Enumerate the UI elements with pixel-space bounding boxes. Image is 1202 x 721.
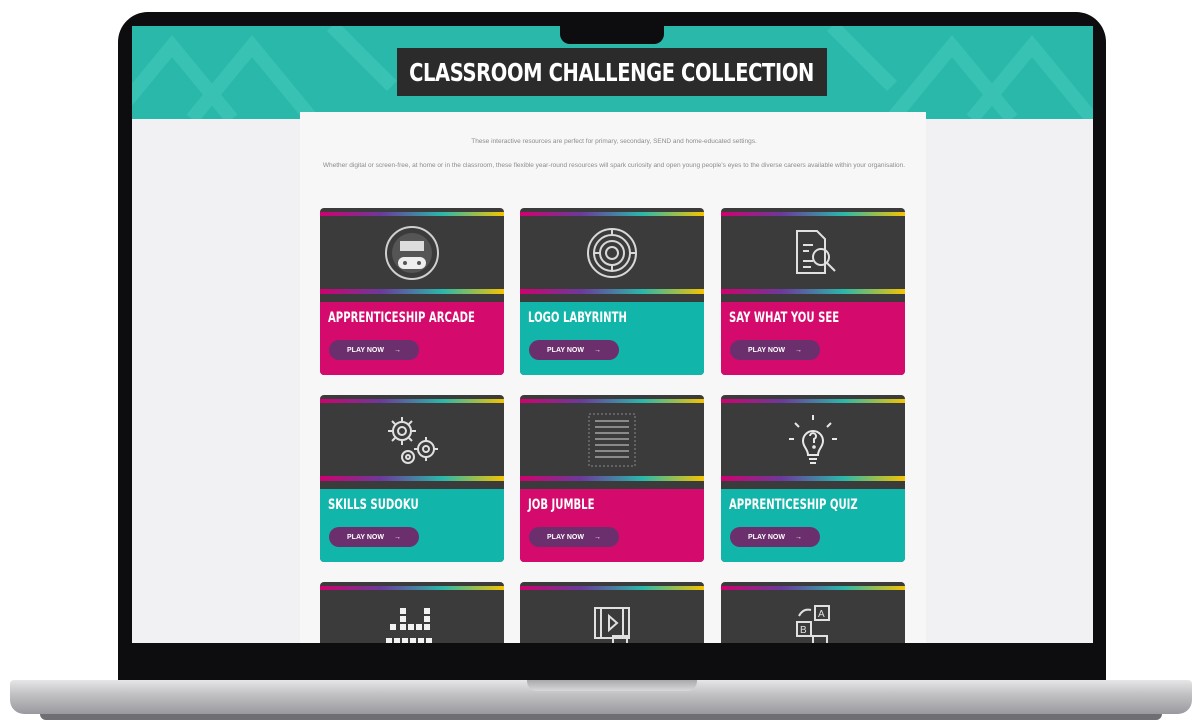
card-stripe bbox=[520, 212, 704, 216]
card-stripe bbox=[721, 289, 905, 294]
play-now-label: PLAY NOW bbox=[748, 533, 785, 541]
laptop-base-notch bbox=[527, 680, 697, 691]
page-title-box: CLASSROOM CHALLENGE COLLECTION bbox=[397, 48, 827, 96]
play-now-label: PLAY NOW bbox=[547, 533, 584, 541]
card-apprenticeship-arcade[interactable]: APPRENTICESHIP ARCADE PLAY NOW → bbox=[320, 208, 504, 375]
card-letter-blocks[interactable]: A B bbox=[721, 582, 905, 643]
svg-text:B: B bbox=[800, 625, 807, 636]
card-band: JOB JUMBLE PLAY NOW → bbox=[520, 489, 704, 562]
card-logo-labyrinth[interactable]: LOGO LABYRINTH PLAY NOW → bbox=[520, 208, 704, 375]
gears-icon bbox=[320, 405, 504, 475]
arrow-right-icon: → bbox=[393, 533, 401, 541]
card-stripe bbox=[721, 399, 905, 403]
crossword-icon bbox=[320, 592, 504, 643]
arrow-right-icon: → bbox=[593, 346, 601, 354]
card-title: APPRENTICESHIP QUIZ bbox=[729, 497, 858, 513]
card-video-question[interactable] bbox=[520, 582, 704, 643]
card-stripe bbox=[320, 476, 504, 481]
play-now-button[interactable]: PLAY NOW → bbox=[329, 340, 419, 360]
card-crossword[interactable] bbox=[320, 582, 504, 643]
card-band: APPRENTICESHIP ARCADE PLAY NOW → bbox=[320, 302, 504, 375]
intro-text-2: Whether digital or screen-free, at home … bbox=[322, 162, 906, 169]
card-apprenticeship-quiz[interactable]: APPRENTICESHIP QUIZ PLAY NOW → bbox=[721, 395, 905, 562]
laptop-base-shadow bbox=[40, 714, 1162, 720]
video-question-icon bbox=[520, 592, 704, 643]
card-stripe bbox=[721, 212, 905, 216]
letter-blocks-icon: A B bbox=[721, 592, 905, 643]
play-now-button[interactable]: PLAY NOW → bbox=[529, 340, 619, 360]
screen-bezel-bottom bbox=[118, 643, 1106, 681]
card-band: SKILLS SUDOKU PLAY NOW → bbox=[320, 489, 504, 562]
play-now-label: PLAY NOW bbox=[347, 346, 384, 354]
arrow-right-icon: → bbox=[794, 533, 802, 541]
card-stripe bbox=[320, 289, 504, 294]
card-job-jumble[interactable]: JOB JUMBLE PLAY NOW → bbox=[520, 395, 704, 562]
card-say-what-you-see[interactable]: SAY WHAT YOU SEE PLAY NOW → bbox=[721, 208, 905, 375]
maze-icon bbox=[520, 218, 704, 288]
card-stripe bbox=[520, 476, 704, 481]
play-now-button[interactable]: PLAY NOW → bbox=[730, 527, 820, 547]
play-now-button[interactable]: PLAY NOW → bbox=[529, 527, 619, 547]
arcade-controller-icon bbox=[320, 218, 504, 288]
document-search-icon bbox=[721, 218, 905, 288]
play-now-label: PLAY NOW bbox=[748, 346, 785, 354]
camera-notch bbox=[560, 26, 664, 44]
card-band: SAY WHAT YOU SEE PLAY NOW → bbox=[721, 302, 905, 375]
card-title: SKILLS SUDOKU bbox=[328, 497, 419, 513]
screen: CLASSROOM CHALLENGE COLLECTION These int… bbox=[132, 26, 1093, 643]
card-stripe bbox=[320, 586, 504, 590]
arrow-right-icon: → bbox=[794, 346, 802, 354]
card-title: LOGO LABYRINTH bbox=[528, 310, 627, 326]
play-now-label: PLAY NOW bbox=[547, 346, 584, 354]
page-title: CLASSROOM CHALLENGE COLLECTION bbox=[409, 57, 815, 87]
play-now-button[interactable]: PLAY NOW → bbox=[730, 340, 820, 360]
card-band: LOGO LABYRINTH PLAY NOW → bbox=[520, 302, 704, 375]
card-stripe bbox=[320, 212, 504, 216]
card-stripe bbox=[721, 586, 905, 590]
arrow-right-icon: → bbox=[393, 346, 401, 354]
content-panel bbox=[300, 112, 926, 643]
card-band: APPRENTICESHIP QUIZ PLAY NOW → bbox=[721, 489, 905, 562]
card-stripe bbox=[520, 586, 704, 590]
play-now-button[interactable]: PLAY NOW → bbox=[329, 527, 419, 547]
lightbulb-question-icon bbox=[721, 405, 905, 475]
arrow-right-icon: → bbox=[593, 533, 601, 541]
card-title: SAY WHAT YOU SEE bbox=[729, 310, 840, 326]
intro-text-1: These interactive resources are perfect … bbox=[471, 138, 757, 145]
card-stripe bbox=[320, 399, 504, 403]
card-skills-sudoku[interactable]: SKILLS SUDOKU PLAY NOW → bbox=[320, 395, 504, 562]
card-stripe bbox=[520, 289, 704, 294]
card-title: APPRENTICESHIP ARCADE bbox=[328, 310, 475, 326]
play-now-label: PLAY NOW bbox=[347, 533, 384, 541]
svg-text:A: A bbox=[818, 609, 825, 620]
card-stripe bbox=[721, 476, 905, 481]
word-search-icon bbox=[520, 405, 704, 475]
card-stripe bbox=[520, 399, 704, 403]
card-title: JOB JUMBLE bbox=[528, 497, 595, 513]
